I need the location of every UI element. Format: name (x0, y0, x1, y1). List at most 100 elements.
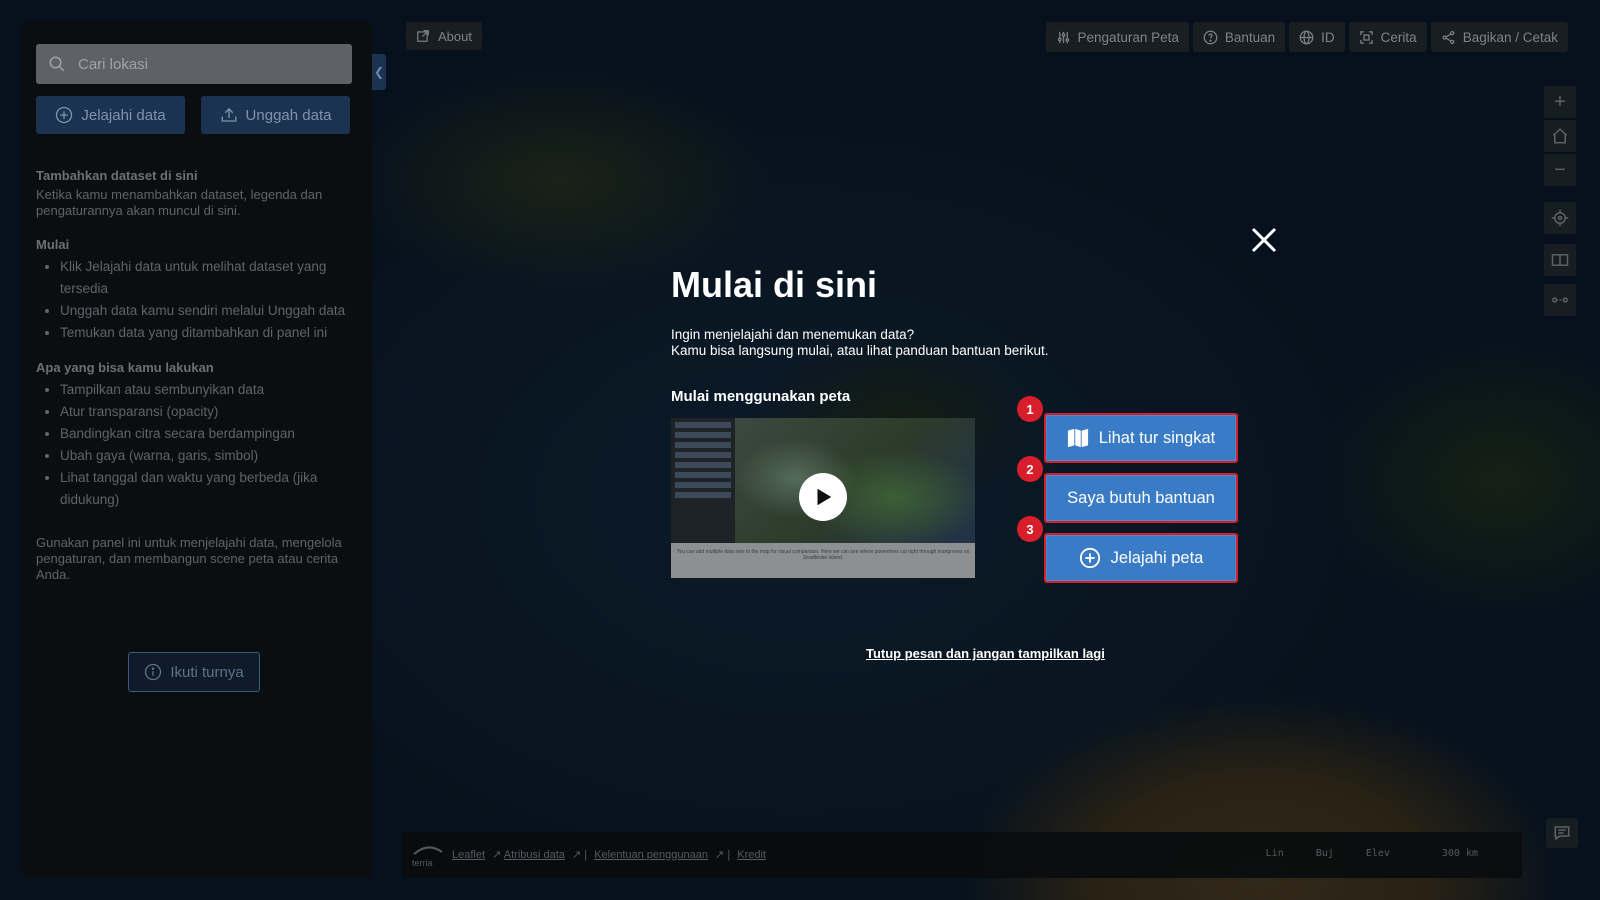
leaflet-link[interactable]: Leaflet (452, 849, 485, 861)
list-item: Klik Jelajahi data untuk melihat dataset… (60, 256, 352, 300)
video-thumbnail-panel (671, 418, 735, 543)
external-link-icon: ↗ (492, 849, 502, 861)
scale-label: 300 km (1441, 848, 1478, 859)
terms-link[interactable]: Kelentuan penggunaan (594, 849, 708, 861)
list-item: Atur transparansi (opacity) (60, 401, 352, 423)
workbench-help: Tambahkan dataset di sini Ketika kamu me… (36, 168, 352, 601)
plus-circle-icon (1079, 547, 1100, 569)
start-list: Klik Jelajahi data untuk melihat dataset… (36, 256, 352, 344)
plus-icon: + (1554, 90, 1566, 113)
latitude-label: Lin (1265, 848, 1284, 859)
welcome-description-line: Ingin menjelajahi dan menemukan data? (671, 327, 915, 342)
my-location-button[interactable] (1544, 202, 1576, 234)
sliders-icon (1057, 31, 1069, 43)
welcome-description: Ingin menjelajahi dan menemukan data? Ka… (671, 327, 1049, 359)
close-icon (1251, 227, 1277, 253)
terria-logo: terria (412, 844, 444, 868)
add-dataset-text: Ketika kamu menambahkan dataset, legenda… (36, 187, 323, 218)
list-item: Unggah data kamu sendiri melalui Unggah … (60, 300, 352, 322)
feedback-button[interactable] (1546, 818, 1578, 848)
workbench-panel: Jelajahi data Unggah data Tambahkan data… (22, 22, 372, 878)
intro-video[interactable]: You can add multiple data sets to the ma… (671, 418, 975, 578)
share-icon (1442, 30, 1455, 44)
external-link-icon (417, 30, 429, 42)
explore-map-label: Jelajahi peta (1110, 548, 1204, 567)
upload-data-button[interactable]: Unggah data (201, 96, 350, 134)
dismiss-forever-link[interactable]: Tutup pesan dan jangan tampilkan lagi (866, 646, 1105, 661)
search-input[interactable] (76, 54, 352, 74)
zoom-in-button[interactable]: + (1544, 86, 1576, 118)
share-print-button[interactable]: Bagikan / Cetak (1430, 22, 1568, 52)
panel-footer-text: Gunakan panel ini untuk menjelajahi data… (36, 535, 342, 582)
zoom-out-button[interactable]: − (1544, 154, 1576, 186)
step-badge: 1 (1017, 396, 1043, 422)
list-item: Temukan data yang ditambahkan di panel i… (60, 322, 352, 344)
about-label: About (438, 28, 472, 44)
split-view-button[interactable] (1544, 244, 1576, 276)
terria-logo-icon (413, 846, 443, 855)
close-modal-button[interactable] (1250, 226, 1278, 254)
welcome-title: Mulai di sini (671, 264, 878, 305)
start-heading: Mulai (36, 237, 70, 252)
separator: | (584, 849, 588, 861)
story-label: Cerita (1380, 29, 1417, 45)
step-badge: 3 (1017, 516, 1043, 542)
play-icon (817, 488, 832, 506)
terria-logo-text: terria (412, 858, 433, 868)
elevation-label: Elev (1365, 848, 1390, 859)
help-button[interactable]: Bantuan (1192, 22, 1286, 52)
map-icon (1067, 428, 1088, 448)
measure-icon (1552, 297, 1568, 303)
help-circle-icon (1203, 30, 1218, 44)
explore-data-button[interactable]: Jelajahi data (36, 96, 185, 134)
home-icon (1552, 128, 1568, 144)
about-button[interactable]: About (406, 22, 482, 50)
getting-started-heading: Mulai menggunakan peta (671, 388, 851, 405)
need-help-label: Saya butuh bantuan (1067, 488, 1215, 507)
longitude-label: Buj (1315, 848, 1334, 859)
info-icon (145, 663, 162, 681)
top-toolbar: Pengaturan Peta Bantuan ID Cerita Bagika… (1045, 22, 1568, 52)
story-icon (1359, 30, 1373, 44)
list-item: Ubah gaya (warna, garis, simbol) (60, 445, 352, 467)
quick-tour-button[interactable]: Lihat tur singkat (1044, 413, 1238, 463)
video-caption: You can add multiple data sets to the ma… (671, 543, 975, 578)
welcome-description-line: Kamu bisa langsung mulai, atau lihat pan… (671, 343, 1049, 358)
language-button[interactable]: ID (1289, 22, 1345, 52)
map-footer: terria Leaflet ↗ Atribusi data ↗ | Kelen… (402, 832, 1522, 878)
take-tour-button[interactable]: Ikuti turnya (128, 652, 260, 692)
upload-icon (221, 108, 236, 122)
footer-links: Leaflet ↗ Atribusi data ↗ | Kelentuan pe… (452, 848, 770, 861)
list-item: Tampilkan atau sembunyikan data (60, 379, 352, 401)
language-label: ID (1321, 29, 1335, 45)
external-link-icon: ↗ (715, 849, 725, 861)
chat-icon (1554, 826, 1570, 841)
location-readout: Lin Buj Elev 300 km (1266, 848, 1478, 859)
capabilities-list: Tampilkan atau sembunyikan data Atur tra… (36, 379, 352, 511)
capabilities-heading: Apa yang bisa kamu lakukan (36, 360, 214, 375)
video-thumbnail-map (735, 418, 975, 543)
minus-icon: − (1554, 158, 1566, 181)
list-item: Bandingkan citra secara berdampingan (60, 423, 352, 445)
measure-tool-button[interactable] (1544, 284, 1576, 316)
play-button[interactable] (799, 473, 847, 521)
plus-circle-icon (56, 106, 73, 124)
attribution-link[interactable]: Atribusi data (504, 849, 565, 861)
chevron-left-icon: ❮ (373, 65, 385, 79)
credits-link[interactable]: Kredit (737, 849, 766, 861)
step-badge: 2 (1017, 456, 1043, 482)
map-settings-label: Pengaturan Peta (1077, 29, 1179, 45)
collapse-panel-button[interactable]: ❮ (372, 54, 386, 90)
share-print-label: Bagikan / Cetak (1462, 29, 1558, 45)
list-item: Lihat tanggal dan waktu yang berbeda (ji… (60, 467, 352, 511)
location-search[interactable] (36, 44, 352, 84)
story-button[interactable]: Cerita (1348, 22, 1427, 52)
need-help-button[interactable]: Saya butuh bantuan (1044, 473, 1238, 523)
map-settings-button[interactable]: Pengaturan Peta (1045, 22, 1189, 52)
separator: | (727, 849, 731, 861)
explore-map-button[interactable]: Jelajahi peta (1044, 533, 1238, 583)
globe-icon (1299, 30, 1314, 44)
reset-view-button[interactable] (1544, 120, 1576, 152)
upload-data-label: Unggah data (245, 106, 332, 124)
quick-tour-label: Lihat tur singkat (1098, 428, 1216, 447)
